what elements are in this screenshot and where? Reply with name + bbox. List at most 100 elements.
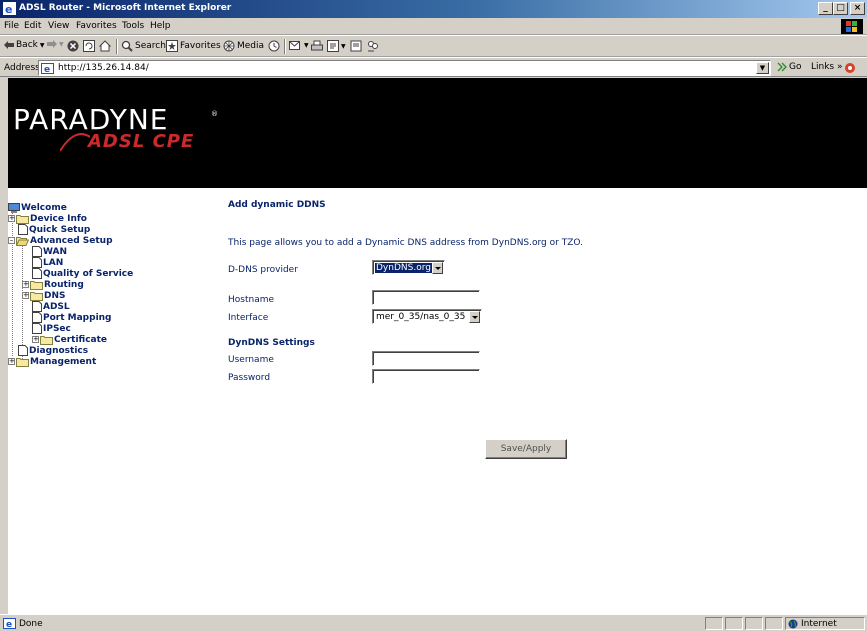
refresh-button[interactable] [83,40,95,52]
home-icon [99,40,111,52]
page-icon [18,224,28,235]
back-button[interactable]: Back ▼ [4,40,44,50]
stop-button[interactable] [67,40,79,52]
minimize-button[interactable]: _ [818,2,833,15]
nav-item-lan[interactable]: LAN [32,257,63,268]
menu-bar: File Edit View Favorites Tools Help [0,18,867,35]
logo-swoosh-icon [60,133,90,152]
edit-button[interactable]: ▼ [327,40,346,52]
chevron-down-icon[interactable] [469,311,480,323]
menu-help[interactable]: Help [150,21,171,31]
nav-item-certificate[interactable]: + Certificate [32,334,107,345]
page-icon [32,268,42,279]
nav-label: Quality of Service [43,268,134,279]
search-button[interactable]: Search [121,40,166,52]
mail-icon [289,41,300,50]
links-button[interactable]: Links » [811,62,843,72]
registered-mark: ® [211,110,218,118]
svg-text:e: e [6,620,12,629]
hostname-input[interactable] [372,290,480,305]
nav-item-diagnostics[interactable]: Diagnostics [18,345,88,356]
home-button[interactable] [99,40,111,52]
windows-logo-icon [841,19,863,34]
provider-select[interactable]: DynDNS.org [372,260,445,275]
nav-item-adsl[interactable]: ADSL [32,301,70,312]
username-input[interactable] [372,351,480,366]
nav-item-routing[interactable]: + Routing [22,279,84,290]
expand-icon[interactable]: + [8,215,15,222]
expand-icon[interactable]: + [8,358,15,365]
nav-item-port-mapping[interactable]: Port Mapping [32,312,112,323]
collapse-icon[interactable]: – [8,237,15,244]
address-dropdown-button[interactable]: ▼ [756,62,769,74]
messenger-button[interactable] [367,40,379,52]
history-button[interactable] [268,40,280,52]
folder-icon [16,357,29,367]
mail-button[interactable]: ▼ [289,40,309,51]
page-icon [32,312,42,323]
media-label: Media [237,41,265,51]
nav-item-dns[interactable]: + DNS [22,290,66,301]
nav-item-advanced-setup[interactable]: – Advanced Setup [8,235,113,246]
close-button[interactable]: × [850,2,865,15]
nav-label: LAN [43,257,64,268]
chevron-down-icon: ▼ [304,42,309,49]
discuss-button[interactable] [350,40,362,52]
nav-label: Management [30,356,97,367]
extension-icon[interactable] [844,62,856,74]
favorites-button[interactable]: Favorites [166,40,221,52]
save-apply-button[interactable]: Save/Apply [485,439,567,459]
page-icon [32,246,42,257]
product-logo: ADSL CPE [88,131,195,152]
nav-item-device-info[interactable]: + Device Info [8,213,87,224]
page-icon: e [41,63,54,74]
address-input[interactable]: e http://135.26.14.84/ ▼ [38,60,771,76]
menu-favorites[interactable]: Favorites [76,21,117,31]
provider-selected-value: DynDNS.org [375,263,432,273]
folder-icon [16,214,29,224]
ie-icon: e [3,2,16,15]
edit-icon [327,40,339,52]
nav-item-management[interactable]: + Management [8,356,96,367]
back-label: Back [16,40,38,50]
computer-icon [8,202,20,213]
page-icon [32,257,42,268]
nav-item-ipsec[interactable]: IPSec [32,323,71,334]
nav-item-wan[interactable]: WAN [32,246,67,257]
messenger-icon [368,41,378,52]
status-pane [705,617,723,630]
menu-view[interactable]: View [48,21,69,31]
nav-label: Quick Setup [29,224,91,235]
nav-label: IPSec [43,323,71,334]
menu-edit[interactable]: Edit [24,21,41,31]
status-pane [725,617,743,630]
back-arrow-icon [4,41,14,49]
interface-select[interactable]: mer_0_35/nas_0_35 [372,309,482,324]
hostname-label: Hostname [228,295,275,305]
nav-item-qos[interactable]: Quality of Service [32,268,133,279]
print-button[interactable] [311,40,323,52]
expand-icon[interactable]: + [22,292,29,299]
address-url: http://135.26.14.84/ [58,63,149,73]
folder-icon [30,280,43,290]
toolbar: Back ▼ ▼ Search Favorites Media ▼ ▼ [0,35,867,57]
search-label: Search [135,41,166,51]
menu-tools[interactable]: Tools [122,21,144,31]
go-button[interactable]: Go [777,62,801,72]
nav-item-quick-setup[interactable]: Quick Setup [18,224,90,235]
nav-label: DNS [44,290,66,301]
nav-label: Port Mapping [43,312,112,323]
chevron-down-icon[interactable] [432,262,443,274]
expand-icon[interactable]: + [22,281,29,288]
svg-text:e: e [5,3,12,15]
media-button[interactable]: Media [223,40,264,52]
title-bar[interactable]: e ADSL Router - Microsoft Internet Explo… [0,0,867,18]
expand-icon[interactable]: + [32,336,39,343]
forward-button[interactable]: ▼ [47,40,64,48]
maximize-button[interactable]: □ [833,2,848,15]
nav-label: Diagnostics [29,345,89,356]
stop-icon [67,40,79,52]
menu-file[interactable]: File [4,21,19,31]
nav-item-welcome[interactable]: Welcome [8,202,67,213]
password-input[interactable] [372,369,480,384]
